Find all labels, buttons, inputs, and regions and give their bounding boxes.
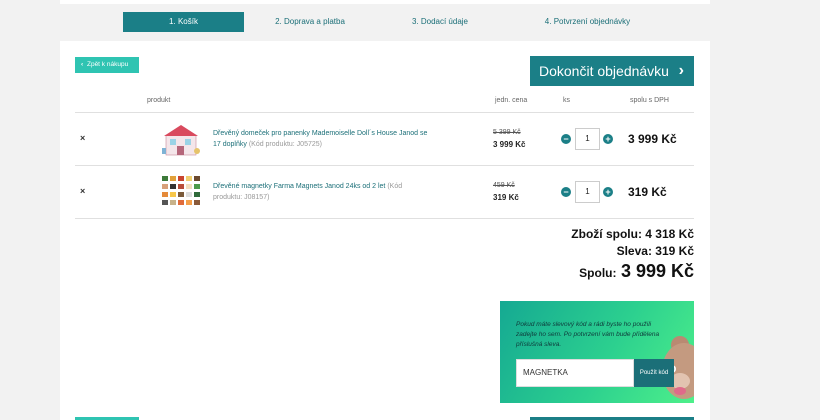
step-cart[interactable]: 1. Košík bbox=[123, 12, 244, 32]
farm-magnets-thumbnail[interactable] bbox=[160, 174, 204, 210]
apply-code-button[interactable]: Použít kód bbox=[634, 359, 674, 387]
finish-order-button[interactable]: Dokončit objednávku › bbox=[530, 56, 694, 86]
remove-item-icon[interactable]: × bbox=[80, 133, 85, 143]
discount-total-label: Sleva: bbox=[616, 244, 652, 258]
old-price: 459 Kč bbox=[493, 182, 515, 189]
decrease-qty-button[interactable]: − bbox=[561, 134, 571, 144]
unit-price: 3 999 Kč bbox=[493, 140, 526, 149]
grand-total-label: Spolu: bbox=[579, 266, 617, 280]
remove-item-icon[interactable]: × bbox=[80, 186, 85, 196]
product-code: (Kód produktu: J05725) bbox=[248, 141, 322, 148]
increase-qty-button[interactable]: + bbox=[603, 134, 613, 144]
back-to-shop-button[interactable]: ‹ Zpět k nákupu bbox=[75, 57, 139, 73]
chevron-right-icon: › bbox=[678, 62, 684, 79]
header-qty: ks bbox=[563, 97, 570, 104]
product-name[interactable]: Dřevěné magnetky Farma Magnets Janod 24k… bbox=[213, 183, 385, 190]
product-link[interactable]: Dřevěné magnetky Farma Magnets Janod 24k… bbox=[213, 181, 428, 203]
quantity-input[interactable]: 1 bbox=[575, 128, 600, 150]
step-order-confirmation[interactable]: 4. Potvrzení objednávky bbox=[500, 12, 675, 32]
product-link[interactable]: Dřevěný domeček pro panenky Mademoiselle… bbox=[213, 128, 428, 150]
increase-qty-button[interactable]: + bbox=[603, 187, 613, 197]
goods-total-value: 4 318 Kč bbox=[645, 227, 694, 241]
quantity-input[interactable]: 1 bbox=[575, 181, 600, 203]
checkout-steps: 1. Košík 2. Doprava a platba 3. Dodací ú… bbox=[60, 12, 710, 32]
discount-total-value: 319 Kč bbox=[655, 244, 694, 258]
discount-code-input[interactable]: MAGNETKA bbox=[516, 359, 634, 387]
header-product: produkt bbox=[147, 97, 171, 104]
goods-total: Zboží spolu: 4 318 Kč bbox=[571, 227, 694, 241]
chevron-left-icon: ‹ bbox=[81, 61, 84, 68]
discount-code-box: Pokud máte slevový kód a rádi byste ho p… bbox=[500, 301, 694, 403]
decrease-qty-button[interactable]: − bbox=[561, 187, 571, 197]
unit-price: 319 Kč bbox=[493, 193, 519, 202]
grand-total: Spolu: 3 999 Kč bbox=[579, 261, 694, 282]
row-total: 3 999 Kč bbox=[628, 132, 677, 146]
row-total: 319 Kč bbox=[628, 185, 667, 199]
grand-total-value: 3 999 Kč bbox=[620, 261, 694, 281]
old-price: 5 399 Kč bbox=[493, 129, 521, 136]
finish-order-label: Dokončit objednávku bbox=[539, 63, 669, 79]
divider bbox=[75, 218, 694, 219]
step-delivery-details[interactable]: 3. Dodací údaje bbox=[380, 12, 500, 32]
table-row: × Dřevěný domeček pro panenky Mademoisel… bbox=[75, 113, 694, 165]
discount-total: Sleva: 319 Kč bbox=[617, 244, 694, 258]
back-to-shop-label: Zpět k nákupu bbox=[86, 61, 129, 68]
cart-panel: ‹ Zpět k nákupu Dokončit objednávku › pr… bbox=[60, 41, 710, 420]
table-row: × Dřevěné magnetky Farma Magnets Janod 2… bbox=[75, 166, 694, 218]
header-total: spolu s DPH bbox=[630, 97, 669, 104]
goods-total-label: Zboží spolu: bbox=[571, 227, 642, 241]
header-unit-price: jedn. cena bbox=[495, 97, 528, 104]
step-shipping-payment[interactable]: 2. Doprava a platba bbox=[250, 12, 370, 32]
discount-info-text: Pokud máte slevový kód a rádi byste ho p… bbox=[516, 321, 660, 348]
dollhouse-thumbnail[interactable] bbox=[160, 121, 204, 157]
top-band bbox=[60, 0, 710, 4]
